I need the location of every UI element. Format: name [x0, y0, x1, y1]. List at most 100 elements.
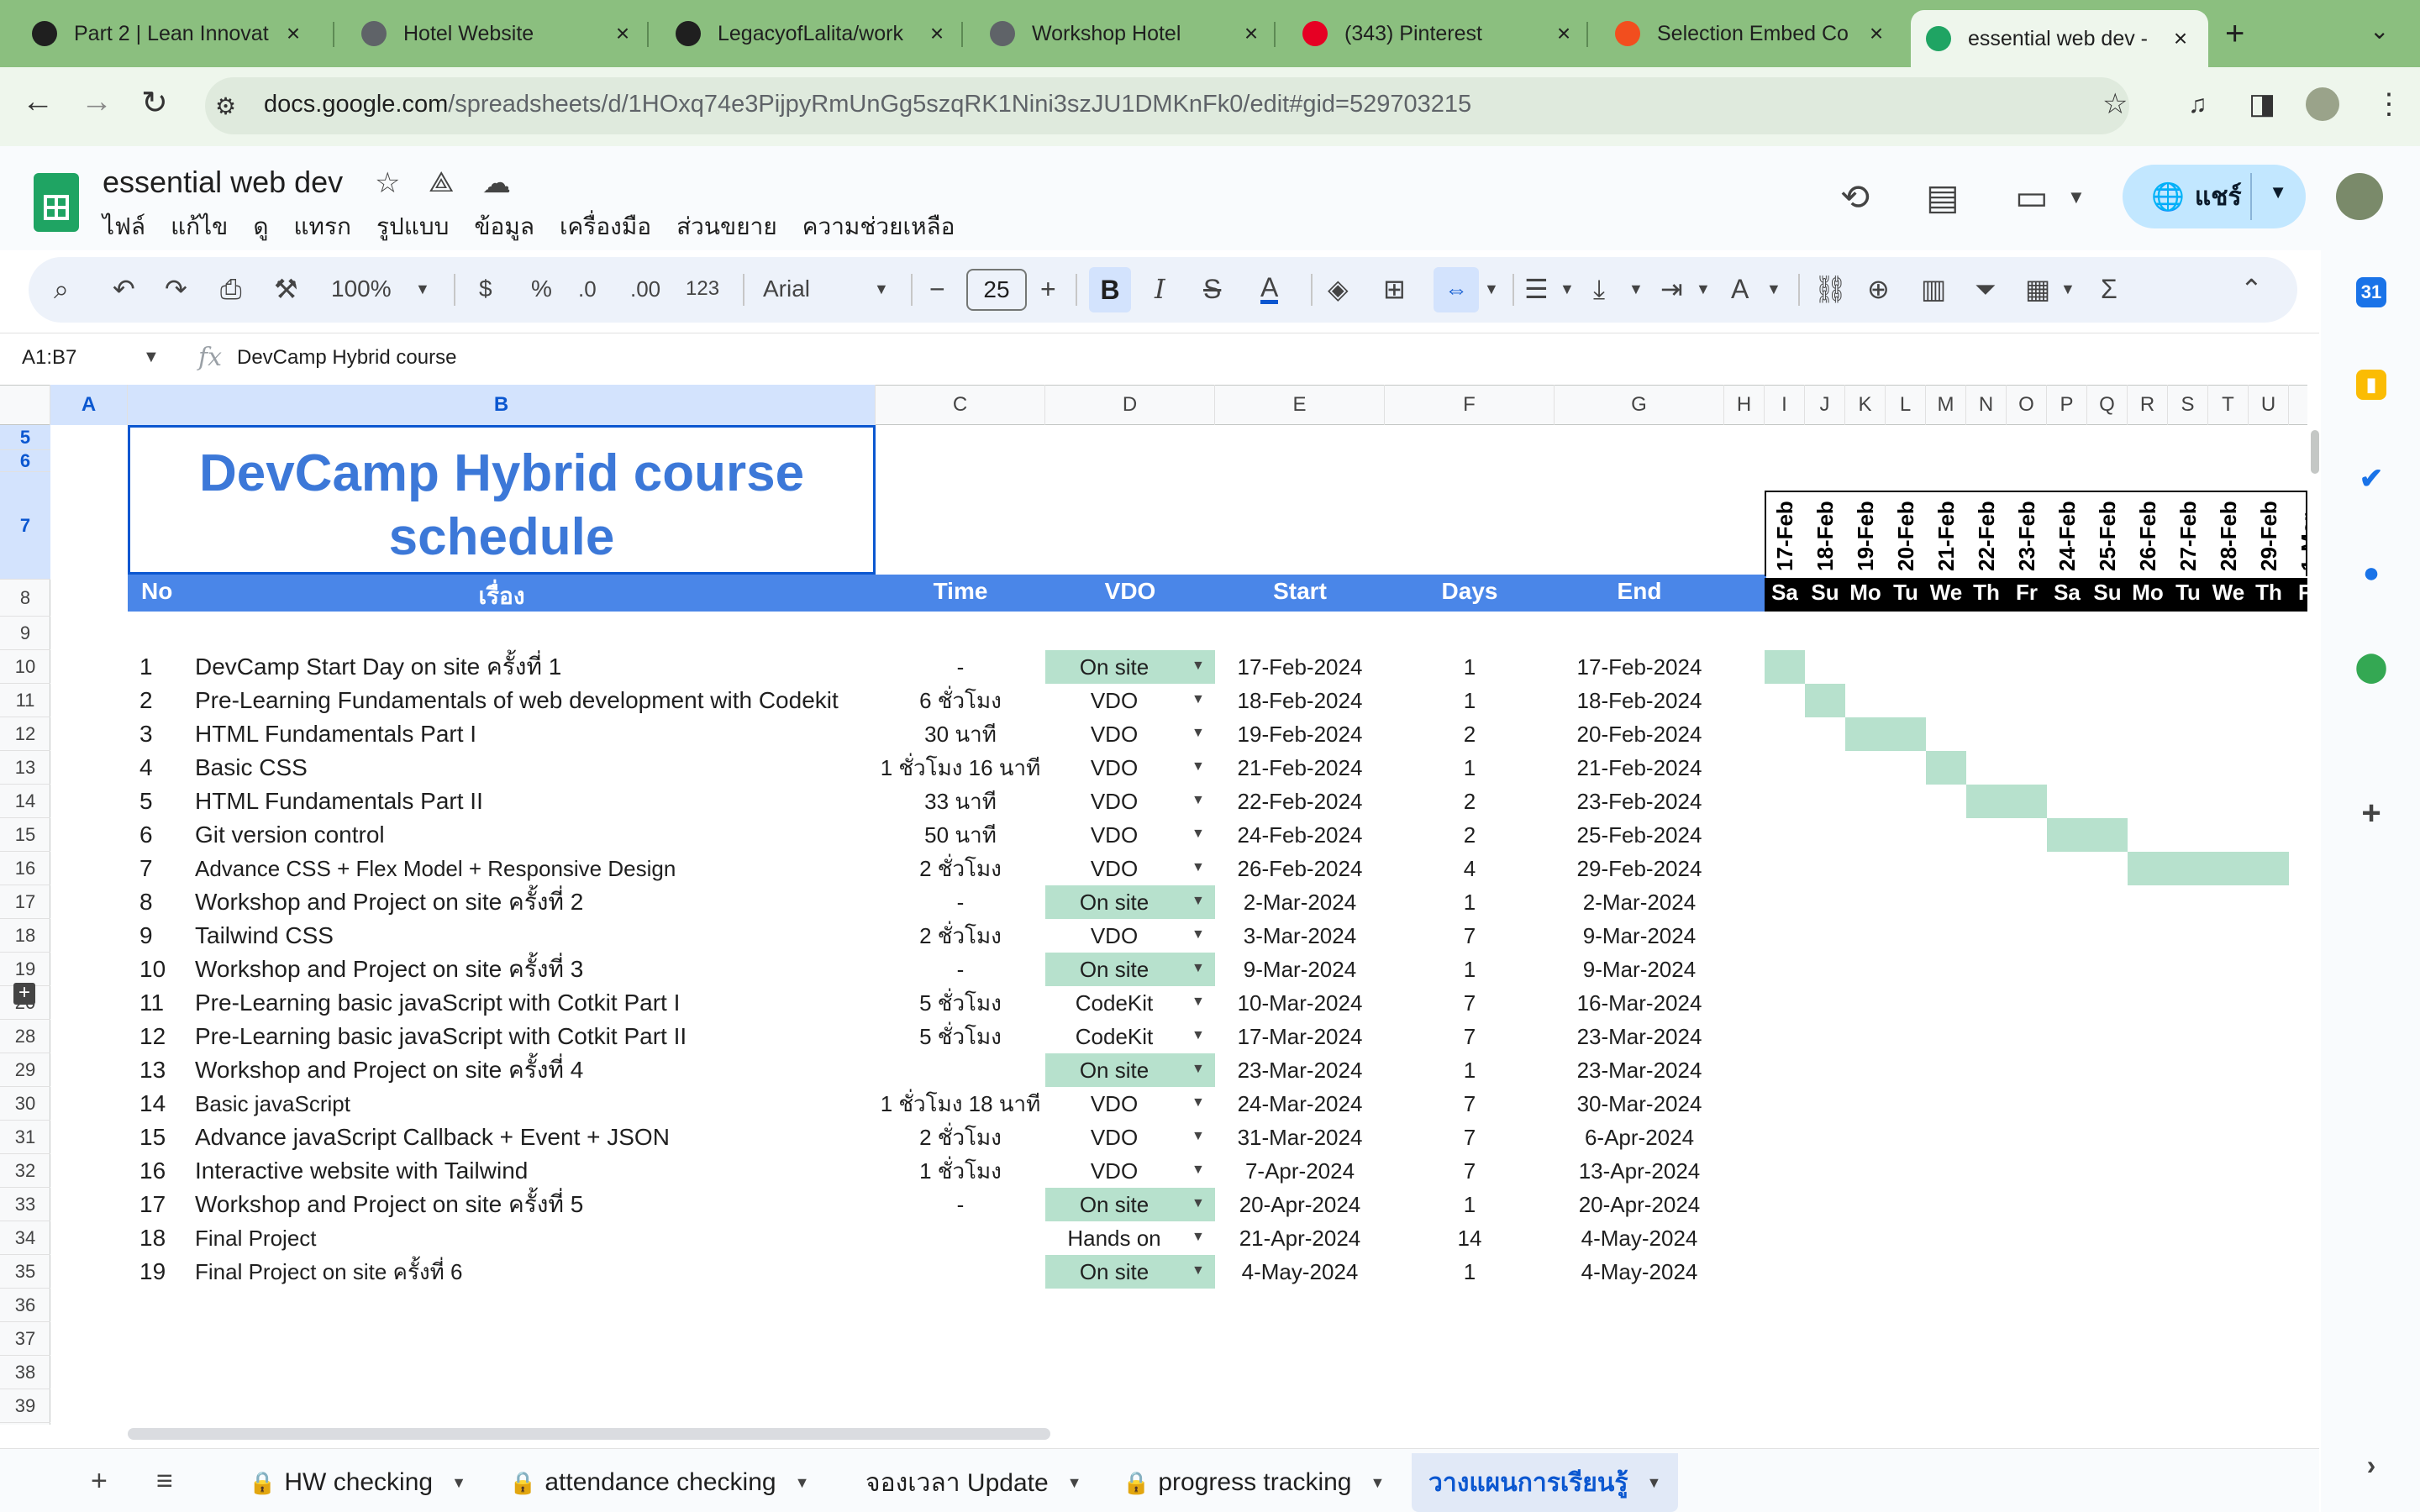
strikethrough-button[interactable]: S	[1203, 270, 1221, 307]
document-title[interactable]: essential web dev	[103, 165, 343, 200]
time-cell[interactable]: -	[876, 650, 1045, 684]
row-number-cell[interactable]: 3	[139, 717, 153, 751]
redo-icon[interactable]: ↷	[165, 270, 187, 307]
menu-item[interactable]: แทรก	[294, 208, 352, 245]
days-cell[interactable]: 1	[1385, 885, 1555, 919]
browser-tab[interactable]: (343) Pinterest ×	[1287, 10, 1591, 57]
maps-icon[interactable]: ⬤	[2355, 651, 2387, 683]
row-header[interactable]: 15	[0, 818, 50, 852]
row-header[interactable]: 18	[0, 919, 50, 953]
time-cell[interactable]: 2 ชั่วโมง	[876, 919, 1045, 953]
vdo-dropdown[interactable]: CodeKit	[1045, 1020, 1183, 1053]
time-cell[interactable]: 1 ชั่วโมง 16 นาที	[876, 751, 1045, 785]
topic-cell[interactable]: Workshop and Project on site ครั้งที่ 2	[195, 885, 583, 919]
increase-decimal-button[interactable]: .00	[630, 270, 660, 307]
vdo-dropdown[interactable]: On site	[1045, 953, 1183, 986]
dropdown-chevron-down-icon[interactable]: ▼	[1192, 827, 1205, 842]
row-number-cell[interactable]: 15	[139, 1121, 166, 1154]
end-date-cell[interactable]: 25-Feb-2024	[1555, 818, 1724, 852]
time-cell[interactable]: 50 นาที	[876, 818, 1045, 852]
dropdown-chevron-down-icon[interactable]: ▼	[1192, 692, 1205, 707]
dropdown-chevron-down-icon[interactable]: ▼	[1192, 726, 1205, 741]
row-header[interactable]: 14	[0, 785, 50, 818]
insert-comment-icon[interactable]: ⊕	[1867, 270, 1890, 307]
vdo-dropdown[interactable]: VDO	[1045, 751, 1183, 785]
time-cell[interactable]: 33 นาที	[876, 785, 1045, 818]
contacts-icon[interactable]: ●	[2356, 557, 2386, 589]
vdo-dropdown[interactable]: On site	[1045, 1255, 1183, 1289]
start-date-cell[interactable]: 17-Mar-2024	[1215, 1020, 1385, 1053]
vdo-dropdown[interactable]: VDO	[1045, 785, 1183, 818]
row-header[interactable]: 11	[0, 684, 50, 717]
sheet-tab-chevron-down-icon[interactable]: ▼	[1067, 1474, 1082, 1492]
row-header[interactable]: 29	[0, 1053, 50, 1087]
days-cell[interactable]: 7	[1385, 919, 1555, 953]
row-header[interactable]: 12	[0, 717, 50, 751]
comments-icon[interactable]: ▤	[1926, 176, 1960, 218]
wrap-chevron-down-icon[interactable]: ▼	[1696, 270, 1711, 307]
topic-cell[interactable]: Pre-Learning basic javaScript with Cotki…	[195, 1020, 687, 1053]
meet-chevron-down-icon[interactable]: ▼	[2067, 186, 2086, 208]
end-date-cell[interactable]: 4-May-2024	[1555, 1255, 1724, 1289]
days-cell[interactable]: 1	[1385, 1255, 1555, 1289]
start-date-cell[interactable]: 31-Mar-2024	[1215, 1121, 1385, 1154]
start-date-cell[interactable]: 24-Mar-2024	[1215, 1087, 1385, 1121]
row-header[interactable]: 5	[0, 425, 50, 450]
days-cell[interactable]: 2	[1385, 818, 1555, 852]
end-date-cell[interactable]: 9-Mar-2024	[1555, 953, 1724, 986]
topic-cell[interactable]: Advance javaScript Callback + Event + JS…	[195, 1121, 670, 1154]
row-number-cell[interactable]: 1	[139, 650, 153, 684]
sheet-tab-chevron-down-icon[interactable]: ▼	[451, 1474, 466, 1492]
column-header-s[interactable]: S	[2168, 385, 2208, 425]
start-date-cell[interactable]: 7-Apr-2024	[1215, 1154, 1385, 1188]
column-header-g[interactable]: G	[1555, 385, 1724, 425]
add-sheet-plus-icon[interactable]: +	[91, 1465, 108, 1498]
topic-cell[interactable]: HTML Fundamentals Part I	[195, 717, 476, 751]
column-header-l[interactable]: L	[1886, 385, 1926, 425]
url-text[interactable]: docs.google.com/spreadsheets/d/1HOxq74e3…	[264, 91, 1471, 118]
row-header[interactable]: 16	[0, 852, 50, 885]
filter-views-chevron-down-icon[interactable]: ▼	[2060, 270, 2075, 307]
italic-button[interactable]: I	[1155, 270, 1165, 307]
column-header-b[interactable]: B	[128, 385, 876, 425]
dropdown-chevron-down-icon[interactable]: ▼	[1192, 1129, 1205, 1144]
row-header[interactable]: 32	[0, 1154, 50, 1188]
menu-item[interactable]: ข้อมูล	[474, 208, 534, 245]
sheet-tab-chevron-down-icon[interactable]: ▼	[1646, 1474, 1661, 1492]
browser-tab[interactable]: Workshop Hotel ×	[975, 10, 1279, 57]
start-date-cell[interactable]: 23-Mar-2024	[1215, 1053, 1385, 1087]
row-number-cell[interactable]: 10	[139, 953, 166, 986]
back-arrow-icon[interactable]: ←	[22, 84, 54, 120]
row-header[interactable]: 34	[0, 1221, 50, 1255]
time-cell[interactable]: -	[876, 1188, 1045, 1221]
font-chevron-down-icon[interactable]: ▼	[874, 270, 889, 307]
vdo-dropdown[interactable]: VDO	[1045, 919, 1183, 953]
topic-cell[interactable]: Interactive website with Tailwind	[195, 1154, 528, 1188]
days-cell[interactable]: 1	[1385, 650, 1555, 684]
topic-cell[interactable]: Basic CSS	[195, 751, 308, 785]
sheet-tab[interactable]: 🔒 attendance checking ▼	[492, 1453, 826, 1512]
column-header-m[interactable]: M	[1926, 385, 1966, 425]
time-cell[interactable]: 2 ชั่วโมง	[876, 852, 1045, 885]
collapse-toolbar-chevron-up-icon[interactable]: ⌃	[2240, 270, 2263, 307]
dropdown-chevron-down-icon[interactable]: ▼	[1192, 961, 1205, 976]
topic-cell[interactable]: Final Project	[195, 1221, 317, 1255]
start-date-cell[interactable]: 17-Feb-2024	[1215, 650, 1385, 684]
end-date-cell[interactable]: 13-Apr-2024	[1555, 1154, 1724, 1188]
close-icon[interactable]: ×	[610, 20, 635, 47]
time-cell[interactable]: 1 ชั่วโมง 18 นาที	[876, 1087, 1045, 1121]
dropdown-chevron-down-icon[interactable]: ▼	[1192, 1095, 1205, 1110]
browser-tab[interactable]: Hotel Website ×	[346, 10, 650, 57]
fill-color-icon[interactable]: ◈	[1328, 270, 1349, 307]
topic-cell[interactable]: Workshop and Project on site ครั้งที่ 3	[195, 953, 583, 986]
filter-views-icon[interactable]: ▦	[2025, 270, 2050, 307]
time-cell[interactable]: -	[876, 953, 1045, 986]
browser-tab[interactable]: LegacyofLalita/work ×	[660, 10, 965, 57]
vertical-align-icon[interactable]: ⤓	[1593, 270, 1605, 307]
row-header[interactable]: 8	[0, 580, 50, 617]
search-menus-icon[interactable]: ⌕	[54, 270, 69, 307]
start-date-cell[interactable]: 18-Feb-2024	[1215, 684, 1385, 717]
row-header[interactable]: 9	[0, 617, 50, 650]
end-date-cell[interactable]: 17-Feb-2024	[1555, 650, 1724, 684]
sheet-tab[interactable]: 🔒 progress tracking ▼	[1106, 1453, 1402, 1512]
